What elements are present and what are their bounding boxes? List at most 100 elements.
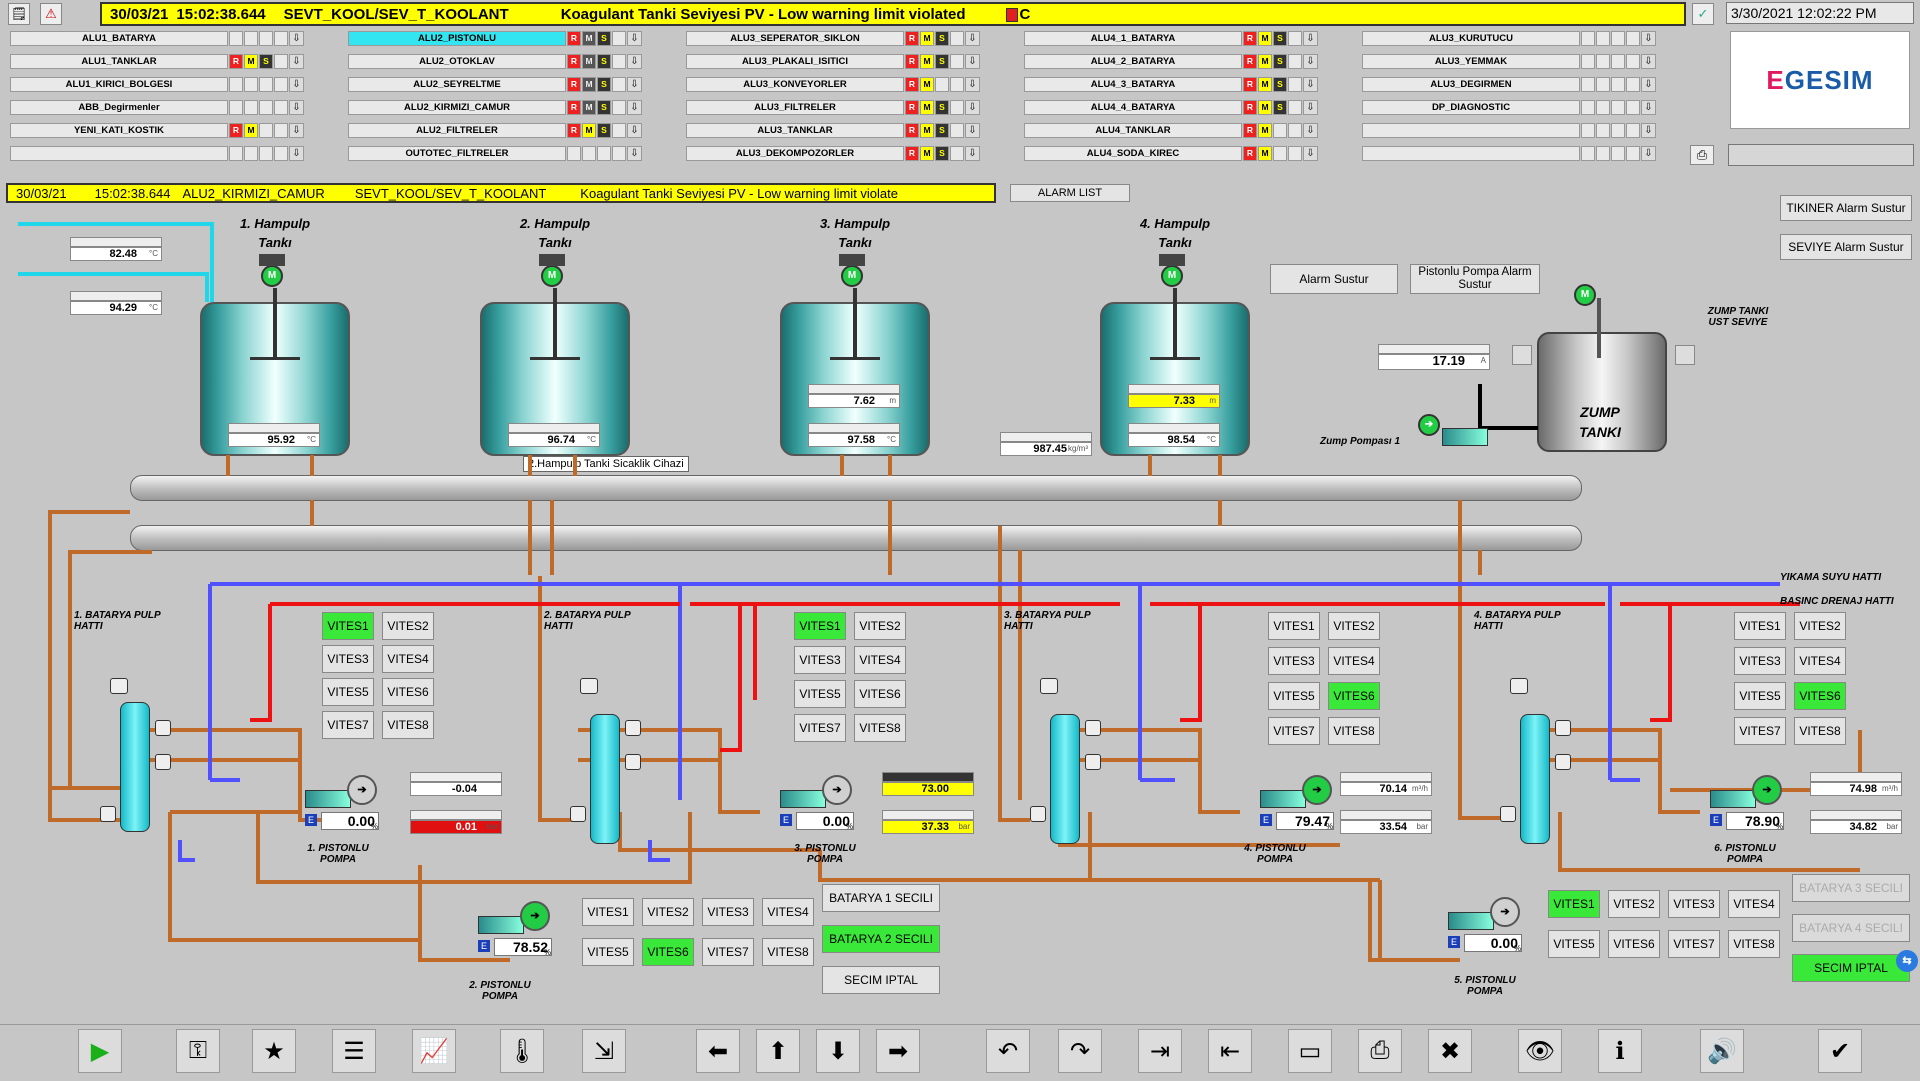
batarya2-vites2-button[interactable]: VITES2 (854, 612, 906, 640)
batarya2-vites7-button[interactable]: VITES7 (794, 714, 846, 742)
pump-motor-icon[interactable]: ➔ (1302, 775, 1332, 805)
monitor-exit-icon[interactable]: ⇤ (1208, 1029, 1252, 1073)
star-note-icon[interactable]: ★ (252, 1029, 296, 1073)
valve-icon[interactable] (1085, 720, 1101, 736)
batarya3-vites7-button[interactable]: VITES7 (1268, 717, 1320, 745)
batarya2-vites3-button[interactable]: VITES3 (794, 646, 846, 674)
arrow-up-icon[interactable]: ⬆ (756, 1029, 800, 1073)
battery-column[interactable] (120, 702, 150, 832)
batarya2-vites4-button[interactable]: VITES4 (854, 646, 906, 674)
batarya4-vites1-button[interactable]: VITES1 (1734, 612, 1786, 640)
valve-icon[interactable] (155, 754, 171, 770)
print-icon[interactable]: ⎙ (1358, 1029, 1402, 1073)
pump-icon[interactable] (1448, 912, 1494, 930)
export-icon[interactable]: ⇲ (582, 1029, 626, 1073)
batarya2-vites8-button[interactable]: VITES8 (854, 714, 906, 742)
valve-icon[interactable] (1040, 678, 1058, 694)
pompa2-vites3-button[interactable]: VITES3 (702, 898, 754, 926)
redo-icon[interactable]: ↷ (1058, 1029, 1102, 1073)
valve-icon[interactable] (1555, 720, 1571, 736)
pompa2-vites8-button[interactable]: VITES8 (762, 938, 814, 966)
valve-icon[interactable] (625, 754, 641, 770)
pompa5-vites4-button[interactable]: VITES4 (1728, 890, 1780, 918)
valve-icon[interactable] (110, 678, 128, 694)
pompa2-vites1-button[interactable]: VITES1 (582, 898, 634, 926)
pompa5-vites1-button[interactable]: VITES1 (1548, 890, 1600, 918)
batarya4-vites3-button[interactable]: VITES3 (1734, 647, 1786, 675)
pompa2-vites7-button[interactable]: VITES7 (702, 938, 754, 966)
batarya3-vites2-button[interactable]: VITES2 (1328, 612, 1380, 640)
pump-icon[interactable] (780, 790, 826, 808)
play-icon[interactable]: ▶ (78, 1029, 122, 1073)
batarya3-vites1-button[interactable]: VITES1 (1268, 612, 1320, 640)
sound-icon[interactable]: 🔊 (1700, 1029, 1744, 1073)
batarya-2-secili-button[interactable]: BATARYA 2 SECILI (822, 925, 940, 953)
batarya3-vites8-button[interactable]: VITES8 (1328, 717, 1380, 745)
valve-icon[interactable] (100, 806, 116, 822)
batarya4-vites2-button[interactable]: VITES2 (1794, 612, 1846, 640)
batarya4-vites6-button[interactable]: VITES6 (1794, 682, 1846, 710)
secim-iptal-2-button[interactable]: SECIM IPTAL (1792, 954, 1910, 982)
battery-column[interactable] (1050, 714, 1080, 844)
pompa5-vites2-button[interactable]: VITES2 (1608, 890, 1660, 918)
batarya-1-secili-button[interactable]: BATARYA 1 SECILI (822, 884, 940, 912)
arrow-right-icon[interactable]: ➡ (876, 1029, 920, 1073)
valve-icon[interactable] (1030, 806, 1046, 822)
batarya-3-secili-button[interactable]: BATARYA 3 SECILI (1792, 874, 1910, 902)
batarya1-vites5-button[interactable]: VITES5 (322, 678, 374, 706)
valve-icon[interactable] (155, 720, 171, 736)
batarya1-vites8-button[interactable]: VITES8 (382, 711, 434, 739)
batarya3-vites5-button[interactable]: VITES5 (1268, 682, 1320, 710)
batarya-4-secili-button[interactable]: BATARYA 4 SECILI (1792, 914, 1910, 942)
pump-icon[interactable] (478, 916, 524, 934)
pompa2-vites2-button[interactable]: VITES2 (642, 898, 694, 926)
batarya2-vites1-button[interactable]: VITES1 (794, 612, 846, 640)
batarya1-vites3-button[interactable]: VITES3 (322, 645, 374, 673)
batarya1-vites7-button[interactable]: VITES7 (322, 711, 374, 739)
side-tab-icon[interactable]: ⇆ (1896, 950, 1918, 972)
pump-motor-icon[interactable]: ➔ (1752, 775, 1782, 805)
pompa5-vites6-button[interactable]: VITES6 (1608, 930, 1660, 958)
monitor-enter-icon[interactable]: ⇥ (1138, 1029, 1182, 1073)
batarya4-vites8-button[interactable]: VITES8 (1794, 717, 1846, 745)
pump-icon[interactable] (1260, 790, 1306, 808)
pompa5-vites8-button[interactable]: VITES8 (1728, 930, 1780, 958)
valve-icon[interactable] (625, 720, 641, 736)
pump-motor-icon[interactable]: ➔ (1490, 897, 1520, 927)
undo-icon[interactable]: ↶ (986, 1029, 1030, 1073)
battery-column[interactable] (1520, 714, 1550, 844)
pompa2-vites5-button[interactable]: VITES5 (582, 938, 634, 966)
batarya1-vites1-button[interactable]: VITES1 (322, 612, 374, 640)
thermo-icon[interactable]: 🌡 (500, 1029, 544, 1073)
valve-icon[interactable] (1500, 806, 1516, 822)
batarya3-vites6-button[interactable]: VITES6 (1328, 682, 1380, 710)
arrow-down-icon[interactable]: ⬇ (816, 1029, 860, 1073)
batarya4-vites4-button[interactable]: VITES4 (1794, 647, 1846, 675)
pump-icon[interactable] (1710, 790, 1756, 808)
batarya2-vites6-button[interactable]: VITES6 (854, 680, 906, 708)
trend-icon[interactable]: 📈 (412, 1029, 456, 1073)
report-icon[interactable]: ☰ (332, 1029, 376, 1073)
batarya1-vites2-button[interactable]: VITES2 (382, 612, 434, 640)
key-icon[interactable]: ⚿ (176, 1029, 220, 1073)
battery-column[interactable] (590, 714, 620, 844)
window-icon[interactable]: ▭ (1288, 1029, 1332, 1073)
pump-icon[interactable] (305, 790, 351, 808)
arrow-left-icon[interactable]: ⬅ (696, 1029, 740, 1073)
close-window-icon[interactable]: ✖ (1428, 1029, 1472, 1073)
batarya4-vites7-button[interactable]: VITES7 (1734, 717, 1786, 745)
secim-iptal-button[interactable]: SECIM IPTAL (822, 966, 940, 994)
valve-icon[interactable] (580, 678, 598, 694)
valve-icon[interactable] (1510, 678, 1528, 694)
info-icon[interactable]: ℹ (1598, 1029, 1642, 1073)
pump-motor-icon[interactable]: ➔ (347, 775, 377, 805)
batarya3-vites4-button[interactable]: VITES4 (1328, 647, 1380, 675)
valve-icon[interactable] (570, 806, 586, 822)
batarya1-vites6-button[interactable]: VITES6 (382, 678, 434, 706)
pompa2-vites6-button[interactable]: VITES6 (642, 938, 694, 966)
pump-motor-icon[interactable]: ➔ (822, 775, 852, 805)
batarya1-vites4-button[interactable]: VITES4 (382, 645, 434, 673)
pompa2-vites4-button[interactable]: VITES4 (762, 898, 814, 926)
valve-icon[interactable] (1555, 754, 1571, 770)
pump-motor-icon[interactable]: ➔ (520, 901, 550, 931)
